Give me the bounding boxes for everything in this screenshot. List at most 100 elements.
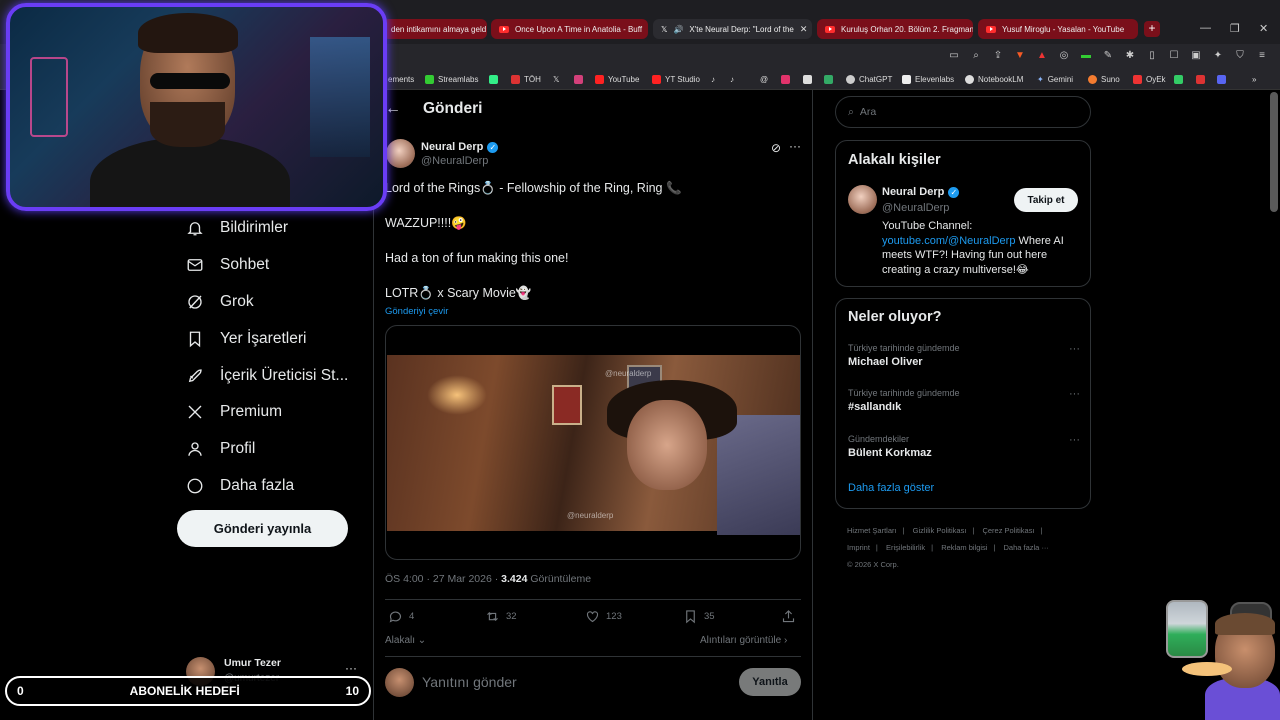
sidebar-item-grok[interactable]: Grok xyxy=(178,284,368,321)
author-name[interactable]: Neural Derp ✓ xyxy=(421,141,499,153)
post-text-line: LOTR💍 x Scary Movie👻 xyxy=(385,286,532,300)
bookmark-manager-icon[interactable]: ☐ xyxy=(1168,50,1180,61)
like-button[interactable]: 123 xyxy=(585,609,622,624)
more-dots-icon[interactable]: ··· xyxy=(1069,343,1080,355)
back-arrow-icon[interactable]: ← xyxy=(385,100,401,118)
avatar[interactable] xyxy=(386,139,415,168)
new-tab-button[interactable]: + xyxy=(1144,21,1160,37)
bookmark-item[interactable] xyxy=(1217,75,1226,84)
share-button[interactable] xyxy=(781,609,796,624)
menu-icon[interactable]: ≡ xyxy=(1256,50,1268,61)
browser-tab[interactable]: Yusuf Miroglu - Yasalan - YouTube xyxy=(978,19,1138,39)
leo-ai-icon[interactable]: ✦ xyxy=(1212,50,1224,61)
avatar[interactable] xyxy=(848,185,877,214)
bookmark-item[interactable]: YouTube xyxy=(595,75,639,84)
sidebar-item-chat[interactable]: Sohbet xyxy=(178,247,368,284)
verified-badge-icon: ✓ xyxy=(948,186,960,198)
bookmark-item[interactable]: ChatGPT xyxy=(846,75,892,84)
reply-submit-button[interactable]: Yanıtla xyxy=(739,668,801,696)
sidebar-item-profile[interactable]: Profil xyxy=(178,431,368,468)
footer-link[interactable]: Daha fazla ··· xyxy=(1004,543,1049,552)
reply-sort-dropdown[interactable]: Alakalı ⌄ xyxy=(385,635,426,646)
minimize-icon[interactable]: — xyxy=(1200,22,1211,34)
close-window-icon[interactable]: ✕ xyxy=(1259,22,1268,35)
reply-input[interactable]: Yanıtını gönder xyxy=(422,674,517,690)
more-dots-icon[interactable]: ··· xyxy=(1069,388,1080,400)
browser-tab-active[interactable]: 𝕏 🔊 X'te Neural Derp: "Lord of the ✕ xyxy=(653,19,812,39)
zoom-icon[interactable]: ⌕ xyxy=(970,50,982,61)
more-dots-icon[interactable]: ··· xyxy=(789,139,801,153)
footer-link[interactable]: Gizlilik Politikası xyxy=(913,526,967,535)
bookmark-item[interactable]: ♪ xyxy=(730,75,734,84)
brave-shield-icon[interactable]: ▼ xyxy=(1014,50,1026,61)
author-handle[interactable]: @NeuralDerp xyxy=(421,155,488,167)
bookmark-item[interactable]: Suno xyxy=(1088,75,1120,84)
wallet-icon[interactable]: ▣ xyxy=(1190,50,1202,61)
footer-link[interactable]: Erişilebilirlik xyxy=(886,543,925,552)
footer-link[interactable]: Reklam bilgisi xyxy=(941,543,987,552)
browser-tab[interactable]: den intikamını almaya geld xyxy=(383,19,487,39)
share-icon[interactable]: ⇪ xyxy=(992,50,1004,61)
bookmark-item[interactable] xyxy=(803,75,812,84)
bookmark-item[interactable]: OyEk xyxy=(1133,75,1166,84)
browser-tab[interactable]: Once Upon A Time in Anatolia - Buff xyxy=(491,19,648,39)
sidebar-item-bookmarks[interactable]: Yer İşaretleri xyxy=(178,320,368,357)
post-timestamp: ÖS 4:00 · 27 Mar 2026 · 3.424 Görüntülem… xyxy=(385,573,592,585)
extension-icon[interactable]: ▬ xyxy=(1080,50,1092,61)
trend-item[interactable]: Gündemdekiler Bülent Korkmaz ··· xyxy=(848,434,1080,459)
footer-link[interactable]: Hizmet Şartları xyxy=(847,526,897,535)
sidebar-icon[interactable]: ▯ xyxy=(1146,50,1158,61)
trend-item[interactable]: Türkiye tarihinde gündemde #sallandık ··… xyxy=(848,388,1080,413)
restore-icon[interactable]: ❐ xyxy=(1230,22,1240,35)
bookmarks-overflow[interactable]: » xyxy=(1252,75,1256,84)
repost-button[interactable]: 32 xyxy=(485,609,517,624)
footer-link[interactable]: Imprint xyxy=(847,543,870,552)
bookmark-item[interactable] xyxy=(1174,75,1183,84)
sidebar-item-notifications[interactable]: Bildirimler xyxy=(178,210,368,247)
bookmark-item[interactable]: YT Studio xyxy=(652,75,700,84)
bookmark-button[interactable]: 35 xyxy=(683,609,715,624)
sidebar-item-creator-studio[interactable]: İçerik Üreticisi St... xyxy=(178,357,368,394)
extension-icon[interactable]: ◎ xyxy=(1058,50,1070,61)
sidebar-item-more[interactable]: Daha fazla xyxy=(178,468,368,505)
follow-button[interactable]: Takip et xyxy=(1014,188,1078,212)
more-dots-icon[interactable]: ··· xyxy=(345,661,357,675)
bio-link[interactable]: youtube.com/@NeuralDerp xyxy=(882,235,1015,247)
person-handle[interactable]: @NeuralDerp xyxy=(882,202,949,214)
view-quotes-link[interactable]: Alıntıları görüntüle › xyxy=(700,635,787,646)
extensions-icon[interactable]: ✱ xyxy=(1124,50,1136,61)
screen-icon[interactable]: ▭ xyxy=(948,50,960,61)
sidebar-item-premium[interactable]: Premium xyxy=(178,394,368,431)
extension-icon[interactable]: ✎ xyxy=(1102,50,1114,61)
bookmark-item[interactable]: Streamlabs xyxy=(425,75,478,84)
bookmark-item[interactable]: ✦ Gemini xyxy=(1037,75,1073,84)
search-input[interactable]: ⌕ Ara xyxy=(835,96,1091,128)
bookmark-item[interactable]: ♪ xyxy=(711,75,715,84)
post-button[interactable]: Gönderi yayınla xyxy=(177,510,348,547)
bookmark-item[interactable]: NotebookLM xyxy=(965,75,1023,84)
vpn-icon[interactable]: ⛉ xyxy=(1234,50,1246,61)
browser-tab[interactable]: Kuruluş Orhan 20. Bölüm 2. Fragman xyxy=(817,19,973,39)
post-video[interactable]: @neuralderp @neuralderp xyxy=(385,325,801,560)
trend-item[interactable]: Türkiye tarihinde gündemde Michael Olive… xyxy=(848,343,1080,368)
more-dots-icon[interactable]: ··· xyxy=(1069,434,1080,446)
bookmark-item[interactable] xyxy=(574,75,583,84)
person-name[interactable]: Neural Derp ✓ xyxy=(882,186,960,198)
show-more-link[interactable]: Daha fazla göster xyxy=(848,482,934,494)
bookmark-item[interactable]: Elevenlabs xyxy=(902,75,954,84)
close-tab-icon[interactable]: ✕ xyxy=(800,24,808,35)
bookmark-item[interactable] xyxy=(1196,75,1205,84)
bookmark-item[interactable]: 𝕏 xyxy=(553,75,559,84)
brave-rewards-icon[interactable]: ▲ xyxy=(1036,50,1048,61)
bookmark-item[interactable] xyxy=(489,75,498,84)
scrollbar[interactable] xyxy=(1270,92,1278,212)
bookmark-item[interactable]: @ xyxy=(760,75,768,84)
bookmark-item[interactable]: TÖH xyxy=(511,75,541,84)
bookmark-item[interactable]: ements xyxy=(388,75,414,84)
bookmark-item[interactable] xyxy=(781,75,790,84)
footer-link[interactable]: Çerez Politikası xyxy=(982,526,1034,535)
reply-button[interactable]: 4 xyxy=(388,609,414,624)
grok-icon[interactable]: ⊘ xyxy=(771,141,781,155)
bookmark-item[interactable] xyxy=(824,75,833,84)
translate-link[interactable]: Gönderiyi çevir xyxy=(385,306,448,317)
